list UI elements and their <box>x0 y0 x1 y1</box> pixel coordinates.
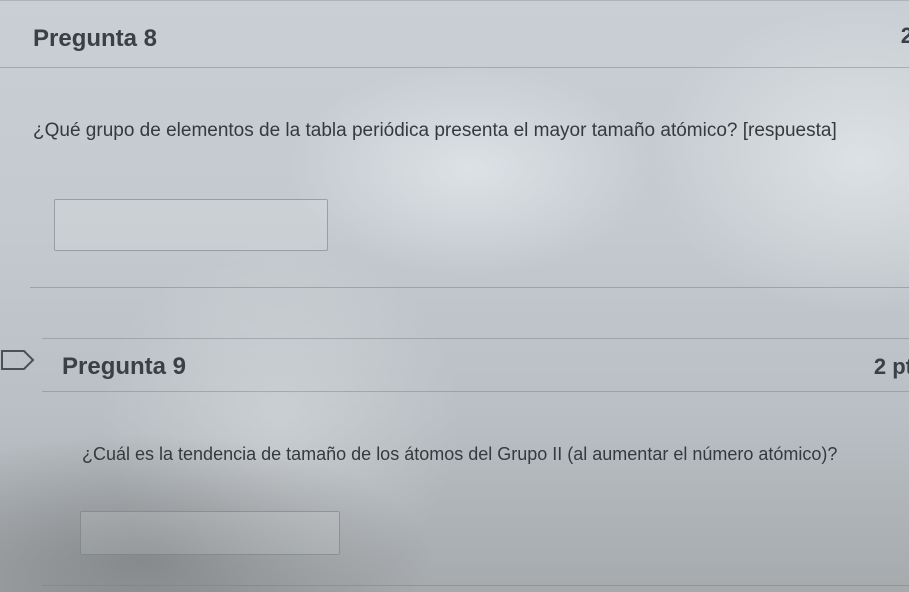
answer-input[interactable] <box>80 511 340 555</box>
question-points: 2 <box>900 23 909 48</box>
question-points: 2 pt <box>873 354 909 379</box>
flag-icon[interactable] <box>0 349 36 371</box>
question-header: Pregunta 8 2 <box>0 0 909 68</box>
question-title: Pregunta 8 <box>33 25 158 52</box>
card-divider <box>42 585 909 586</box>
question-text: ¿Qué grupo de elementos de la tabla peri… <box>33 120 837 141</box>
question-card-9: Pregunta 9 2 pt ¿Cuál es la tendencia de… <box>0 338 909 592</box>
question-card-8: Pregunta 8 2 ¿Qué grupo de elementos de … <box>0 0 909 288</box>
answer-input[interactable] <box>54 199 328 251</box>
question-header: Pregunta 9 2 pt <box>42 338 909 392</box>
question-title: Pregunta 9 <box>62 353 187 380</box>
question-text: ¿Cuál es la tendencia de tamaño de los á… <box>82 444 838 464</box>
card-divider <box>30 287 909 288</box>
